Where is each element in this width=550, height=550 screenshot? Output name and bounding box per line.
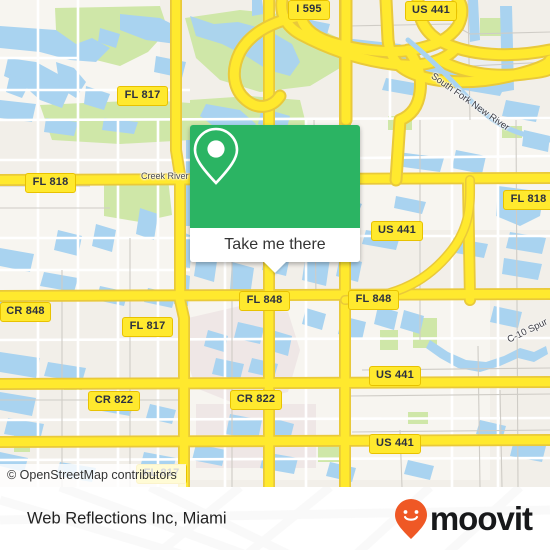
road-shield: CR 822 bbox=[230, 390, 282, 410]
callout-pin-area bbox=[190, 125, 360, 228]
road-shield: FL 817 bbox=[122, 317, 173, 337]
osm-attribution[interactable]: © OpenStreetMap contributors bbox=[0, 464, 186, 487]
take-me-there-label: Take me there bbox=[224, 236, 326, 253]
road-shield: US 441 bbox=[369, 366, 421, 386]
place-title: Web Reflections Inc, Miami bbox=[27, 509, 227, 527]
road-shield: FL 818 bbox=[25, 173, 76, 193]
moovit-logo[interactable]: moovit bbox=[394, 498, 533, 540]
location-pin-icon bbox=[193, 127, 239, 185]
road-shield: US 441 bbox=[369, 434, 421, 454]
footer-bar: Web Reflections Inc, Miami moovit bbox=[0, 487, 550, 550]
map-screenshot: I 595 US 441 FL 817 FL 818 FL 818 US 441 FL 84… bbox=[0, 0, 550, 550]
callout-tail bbox=[264, 262, 286, 273]
take-me-there-button[interactable]: Take me there bbox=[190, 228, 360, 262]
road-shield: US 441 bbox=[371, 221, 423, 241]
road-shield: FL 817 bbox=[117, 86, 168, 106]
map-canvas[interactable]: I 595 US 441 FL 817 FL 818 FL 818 US 441 FL 84… bbox=[0, 0, 550, 487]
road-shield: FL 818 bbox=[503, 190, 550, 210]
road-shield: I 595 bbox=[288, 0, 330, 20]
road-shield: CR 822 bbox=[88, 391, 140, 411]
road-shield: FL 848 bbox=[239, 291, 290, 311]
moovit-wordmark: moovit bbox=[429, 500, 533, 537]
location-callout[interactable]: Take me there bbox=[190, 125, 360, 273]
road-shield: FL 848 bbox=[348, 290, 399, 310]
moovit-smiley-pin-icon bbox=[394, 498, 427, 539]
road-shield: US 441 bbox=[405, 1, 457, 21]
road-shield: CR 848 bbox=[0, 302, 51, 322]
